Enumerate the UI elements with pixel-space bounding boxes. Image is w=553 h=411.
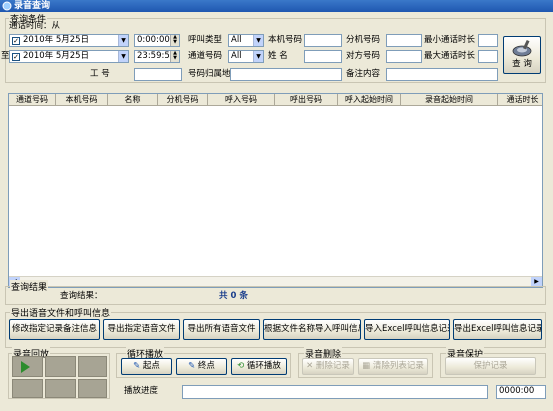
time-display: 0000:00 [496, 385, 546, 399]
export-group-title: 导出语音文件和呼叫信息 [10, 306, 112, 319]
call-type-label: 呼叫类型 [188, 35, 223, 45]
start-point-label: 起点 [142, 361, 160, 371]
search-button[interactable]: 查 询 [503, 36, 541, 74]
stop-button[interactable] [78, 356, 107, 377]
table-column-header[interactable]: 分机号码 [158, 94, 208, 105]
start-time-field[interactable]: 0:00:00 ▲ ▼ [134, 34, 180, 47]
time-spinner-icon[interactable]: ▲ ▼ [170, 51, 179, 62]
name-label: 姓 名 [268, 51, 288, 61]
end-point-button[interactable]: ✎ 终点 [176, 358, 227, 375]
result-count: 共 0 条 [219, 291, 248, 301]
import-by-filename-button[interactable]: 根据文件名称导入呼叫信息 [263, 319, 361, 340]
call-time-label: 通话时间：从 [9, 21, 61, 31]
main-window: 查询条件 通话时间：从 ✓ 2010年 5月25日 ▼ 0:00:00 ▲ ▼ 呼… [0, 12, 553, 411]
start-time-value: 0:00:00 [137, 35, 170, 45]
name-input[interactable] [304, 50, 342, 63]
time-spinner-icon[interactable]: ▲ ▼ [170, 35, 179, 46]
search-button-label: 查 询 [512, 59, 532, 69]
note-label: 备注内容 [346, 69, 381, 79]
table-column-header[interactable]: 通道号码 [9, 94, 56, 105]
rewind-button[interactable] [12, 379, 43, 398]
progress-label: 播放进度 [124, 386, 159, 396]
edit-note-button[interactable]: 修改指定记录备注信息 [9, 319, 100, 340]
end-date-value: 2010年 5月25日 [23, 51, 90, 61]
forward-button[interactable] [45, 379, 76, 398]
chevron-down-icon[interactable]: ▼ [253, 35, 263, 46]
pause-button[interactable] [45, 356, 76, 377]
end-date-checkbox[interactable]: ✓ [12, 53, 20, 61]
export-excel-button[interactable]: 导出Excel呼叫信息记录 [453, 319, 542, 340]
table-column-header[interactable]: 录音起始时间 [401, 94, 498, 105]
ext-no-label: 分机号码 [346, 35, 381, 45]
local-no-input[interactable] [304, 34, 342, 47]
table-column-header[interactable]: 呼入起始时间 [338, 94, 401, 105]
export-all-audio-button[interactable]: 导出所有语音文件 [183, 319, 260, 340]
max-duration-input[interactable] [478, 50, 498, 63]
pencil-icon: ✎ [133, 361, 141, 371]
result-group-title: 查询结果 [10, 280, 49, 293]
chevron-down-icon[interactable]: ▼ [118, 35, 128, 46]
play-button[interactable] [12, 356, 43, 377]
clear-icon: ▦ [362, 361, 371, 371]
delete-record-label: 删除记录 [315, 361, 350, 371]
app-icon [2, 1, 12, 11]
chevron-down-icon[interactable]: ▼ [118, 51, 128, 62]
work-id-label: 工 号 [90, 69, 110, 79]
ext-no-input[interactable] [386, 34, 422, 47]
table-column-header[interactable]: 呼入号码 [208, 94, 275, 105]
min-duration-input[interactable] [478, 34, 498, 47]
table-header: 通道号码本机号码名称分机号码呼入号码呼出号码呼入起始时间录音起始时间通话时长保护… [9, 94, 542, 106]
loop-icon: ⟲ [237, 361, 245, 371]
table-column-header[interactable]: 名称 [108, 94, 158, 105]
end-time-field[interactable]: 23:59:59 ▲ ▼ [134, 50, 180, 63]
channel-no-select[interactable]: All ▼ [228, 50, 264, 63]
work-id-input[interactable] [134, 68, 182, 81]
clear-list-button[interactable]: ▦ 清除列表记录 [358, 358, 428, 375]
end-point-label: 终点 [197, 361, 215, 371]
record-button[interactable] [78, 379, 107, 398]
delete-icon: ✕ [306, 361, 314, 371]
channel-no-value: All [231, 51, 242, 61]
start-date-value: 2010年 5月25日 [23, 35, 90, 45]
table-column-header[interactable]: 通话时长 [498, 94, 542, 105]
call-type-value: All [231, 35, 242, 45]
start-point-button[interactable]: ✎ 起点 [121, 358, 172, 375]
window-title: 录音查询 [14, 1, 51, 11]
note-input[interactable] [386, 68, 498, 81]
import-excel-button[interactable]: 导入Excel呼叫信息记录 [364, 319, 450, 340]
loop-play-label: 循环播放 [246, 361, 281, 371]
area-input[interactable] [230, 68, 342, 81]
loop-play-button[interactable]: ⟲ 循环播放 [231, 358, 287, 375]
max-duration-label: 最大通话时长 [424, 51, 476, 61]
result-label: 查询结果： [60, 291, 103, 301]
delete-record-button[interactable]: ✕ 删除记录 [302, 358, 354, 375]
end-date-picker[interactable]: ✓ 2010年 5月25日 ▼ [9, 50, 129, 63]
results-table[interactable]: 通道号码本机号码名称分机号码呼入号码呼出号码呼入起始时间录音起始时间通话时长保护… [8, 93, 543, 288]
start-date-picker[interactable]: ✓ 2010年 5月25日 ▼ [9, 34, 129, 47]
peer-no-label: 对方号码 [346, 51, 381, 61]
call-type-select[interactable]: All ▼ [228, 34, 264, 47]
min-duration-label: 最小通话时长 [424, 35, 476, 45]
channel-no-label: 通道号码 [188, 51, 223, 61]
title-bar: 录音查询 [0, 0, 553, 12]
chevron-down-icon[interactable]: ▼ [253, 51, 263, 62]
export-selected-audio-button[interactable]: 导出指定语音文件 [103, 319, 180, 340]
start-date-checkbox[interactable]: ✓ [12, 37, 20, 45]
search-icon [512, 39, 532, 57]
peer-no-input[interactable] [386, 50, 422, 63]
table-column-header[interactable]: 本机号码 [56, 94, 108, 105]
local-no-label: 本机号码 [268, 35, 303, 45]
protect-record-button[interactable]: 保护记录 [445, 357, 536, 375]
clear-list-label: 清除列表记录 [372, 361, 424, 371]
table-column-header[interactable]: 呼出号码 [275, 94, 338, 105]
play-icon [21, 361, 30, 373]
pencil-icon: ✎ [188, 361, 196, 371]
playback-progress-bar[interactable] [182, 385, 488, 399]
area-label: 号码归属地 [188, 69, 231, 79]
